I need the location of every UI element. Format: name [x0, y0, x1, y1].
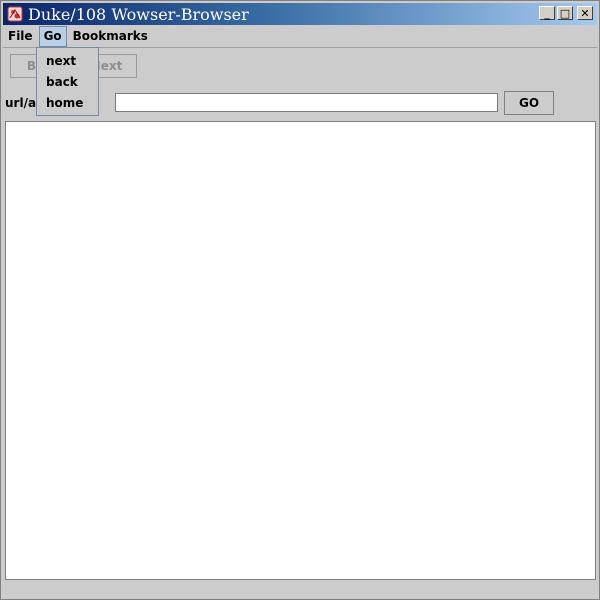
- window-controls: _ □ ✕: [539, 6, 593, 20]
- menu-bar: File Go Bookmarks: [3, 26, 597, 48]
- minimize-button[interactable]: _: [539, 6, 555, 20]
- go-menu-dropdown: next back home: [36, 47, 99, 116]
- page-content-area[interactable]: [5, 121, 596, 580]
- url-input[interactable]: [115, 93, 498, 112]
- browser-window: Duke/108 Wowser-Browser _ □ ✕ File Go Bo…: [0, 0, 600, 600]
- menu-item-next[interactable]: next: [37, 51, 98, 72]
- menu-item-back[interactable]: back: [37, 72, 98, 93]
- menu-item-home[interactable]: home: [37, 93, 98, 114]
- go-button[interactable]: GO: [504, 91, 554, 115]
- duke-icon: [6, 5, 24, 23]
- window-title: Duke/108 Wowser-Browser: [28, 4, 249, 24]
- title-bar[interactable]: Duke/108 Wowser-Browser _ □ ✕: [3, 3, 597, 25]
- menu-file[interactable]: File: [3, 26, 38, 47]
- maximize-button[interactable]: □: [557, 6, 573, 20]
- close-button[interactable]: ✕: [577, 6, 593, 20]
- menu-bookmarks[interactable]: Bookmarks: [68, 26, 153, 47]
- menu-go[interactable]: Go: [38, 26, 67, 47]
